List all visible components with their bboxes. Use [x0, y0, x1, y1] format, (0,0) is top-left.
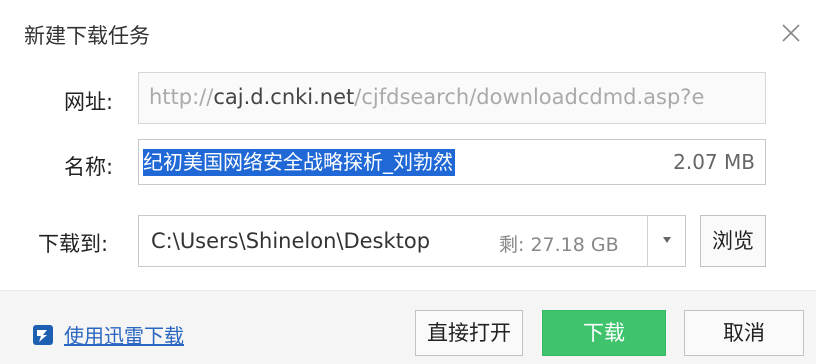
use-thunder-label: 使用迅雷下载 — [64, 324, 184, 348]
url-field[interactable]: http://caj.d.cnki.net/cjfdsearch/downloa… — [138, 72, 766, 124]
url-value: http://caj.d.cnki.net/cjfdsearch/downloa… — [149, 85, 704, 109]
new-download-dialog: 新建下载任务 网址: http://caj.d.cnki.net/cjfdsea… — [0, 0, 816, 364]
cancel-button[interactable]: 取消 — [684, 310, 804, 356]
save-to-label: 下载到: — [38, 232, 109, 256]
close-icon[interactable] — [774, 16, 808, 50]
url-host: caj.d.cnki.net — [213, 85, 355, 109]
thunder-icon — [33, 324, 53, 345]
save-path-value: C:\Users\Shinelon\Desktop — [151, 229, 431, 253]
direct-open-button[interactable]: 直接打开 — [415, 310, 523, 356]
path-dropdown-button[interactable] — [647, 215, 686, 267]
browse-button[interactable]: 浏览 — [700, 215, 766, 267]
free-space: 剩: 27.18 GB — [499, 234, 619, 256]
url-prefix: http:// — [149, 85, 214, 109]
name-label: 名称: — [64, 155, 114, 179]
filename-field[interactable]: 纪初美国网络安全战略探析_刘勃然 2.07 MB — [138, 139, 766, 185]
dialog-footer: 使用迅雷下载 直接打开 下载 取消 — [0, 290, 816, 364]
title-bar: 新建下载任务 — [0, 0, 816, 66]
file-size: 2.07 MB — [673, 150, 755, 174]
use-thunder-link[interactable]: 使用迅雷下载 — [32, 320, 184, 349]
chevron-down-icon — [663, 237, 671, 243]
url-path: /cjfdsearch/downloadcdmd.asp?e — [354, 85, 705, 109]
save-path-field[interactable]: C:\Users\Shinelon\Desktop 剩: 27.18 GB — [138, 215, 686, 267]
filename-selected-text: 纪初美国网络安全战略探析_刘勃然 — [143, 149, 455, 176]
url-label: 网址: — [64, 90, 114, 114]
dialog-title: 新建下载任务 — [24, 24, 150, 48]
download-button[interactable]: 下载 — [542, 310, 666, 356]
